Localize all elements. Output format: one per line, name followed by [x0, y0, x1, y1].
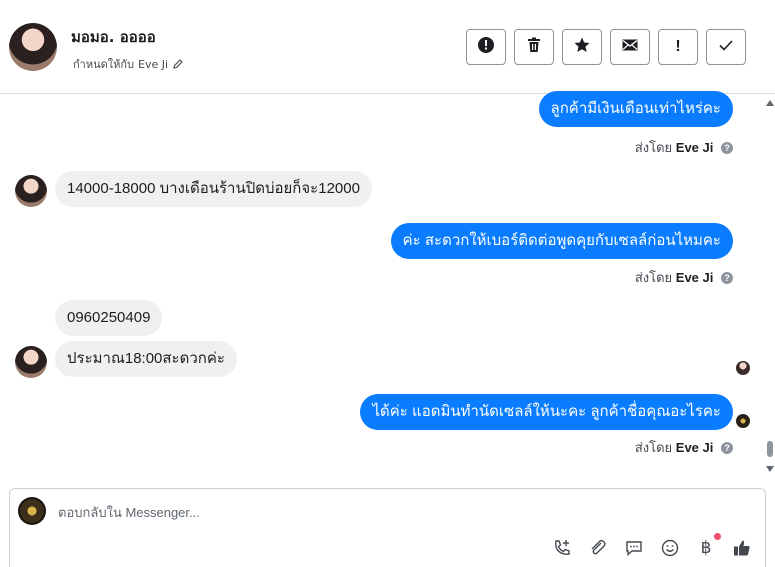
- thread-scrollbar[interactable]: [765, 95, 775, 478]
- sent-by-prefix: ส่งโดย: [634, 440, 673, 455]
- mark-done-button[interactable]: [706, 29, 746, 65]
- conversation-actions: !: [466, 29, 746, 65]
- help-icon[interactable]: ?: [721, 442, 733, 454]
- scroll-down-arrow-icon[interactable]: [766, 466, 774, 472]
- assignment-row[interactable]: กำหนดให้กับ Eve Ji: [73, 55, 184, 73]
- contact-avatar-small[interactable]: [15, 346, 47, 378]
- sent-by-label: ส่งโดย Eve Ji ?: [635, 137, 733, 158]
- delete-button[interactable]: [514, 29, 554, 65]
- star-button[interactable]: [562, 29, 602, 65]
- sent-by-label: ส่งโดย Eve Ji ?: [635, 437, 733, 458]
- pencil-icon[interactable]: [172, 58, 184, 70]
- sent-by-agent: Eve Ji: [675, 140, 714, 155]
- smiley-icon[interactable]: [659, 537, 681, 559]
- chat-bubble-icon[interactable]: [623, 537, 645, 559]
- alert-circle-icon: [477, 36, 495, 58]
- scroll-thumb[interactable]: [767, 441, 773, 457]
- help-icon[interactable]: ?: [721, 272, 733, 284]
- sent-by-agent: Eve Ji: [675, 270, 714, 285]
- report-button[interactable]: [466, 29, 506, 65]
- outgoing-message[interactable]: ได้ค่ะ แอดมินทำนัดเซลล์ให้นะคะ ลูกค้าชื่…: [360, 394, 733, 430]
- sent-by-agent: Eve Ji: [675, 440, 714, 455]
- check-icon: [717, 36, 735, 58]
- star-icon: [573, 36, 591, 58]
- envelope-icon: [621, 36, 639, 58]
- help-icon[interactable]: ?: [721, 142, 733, 154]
- paperclip-icon[interactable]: [587, 537, 609, 559]
- assigned-agent: Eve Ji: [138, 57, 169, 71]
- sent-by-prefix: ส่งโดย: [634, 140, 673, 155]
- contact-avatar[interactable]: [9, 23, 57, 71]
- reply-composer: ฿: [9, 488, 766, 567]
- incoming-message[interactable]: ประมาณ18:00สะดวกค่ะ: [55, 341, 237, 377]
- incoming-message[interactable]: 0960250409: [55, 300, 163, 336]
- follow-up-button[interactable]: !: [658, 29, 698, 65]
- reply-input[interactable]: [58, 501, 658, 523]
- trash-icon: [525, 36, 543, 58]
- thumbs-up-icon[interactable]: [731, 537, 753, 559]
- baht-icon[interactable]: ฿: [695, 533, 721, 559]
- sent-by-prefix: ส่งโดย: [634, 270, 673, 285]
- incoming-message[interactable]: 14000-18000 บางเดือนร้านปิดบ่อยก็จะ12000: [55, 171, 372, 207]
- notification-dot: [714, 533, 721, 540]
- outgoing-message[interactable]: ลูกค้ามีเงินเดือนเท่าไหร่คะ: [538, 91, 733, 127]
- baht-symbol: ฿: [700, 538, 712, 558]
- page-avatar: [18, 497, 46, 525]
- scroll-up-arrow-icon[interactable]: [766, 100, 774, 106]
- composer-toolbar: ฿: [551, 533, 753, 559]
- seen-indicator: [736, 361, 750, 375]
- contact-name[interactable]: มอมอ. ออออ: [71, 25, 156, 49]
- contact-avatar-small[interactable]: [15, 175, 47, 207]
- mark-unread-button[interactable]: [610, 29, 650, 65]
- exclamation-icon: !: [675, 38, 681, 55]
- conversation-header: มอมอ. ออออ กำหนดให้กับ Eve Ji !: [0, 0, 775, 94]
- assigned-prefix: กำหนดให้กับ: [73, 58, 135, 71]
- sent-by-label: ส่งโดย Eve Ji ?: [635, 267, 733, 288]
- phone-plus-icon[interactable]: [551, 537, 573, 559]
- outgoing-message[interactable]: ค่ะ สะดวกให้เบอร์ติดต่อพูดคุยกับเซลล์ก่อ…: [390, 223, 733, 259]
- message-thread: ลูกค้ามีเงินเดือนเท่าไหร่คะ ส่งโดย Eve J…: [0, 91, 775, 478]
- delivered-indicator: [736, 414, 750, 428]
